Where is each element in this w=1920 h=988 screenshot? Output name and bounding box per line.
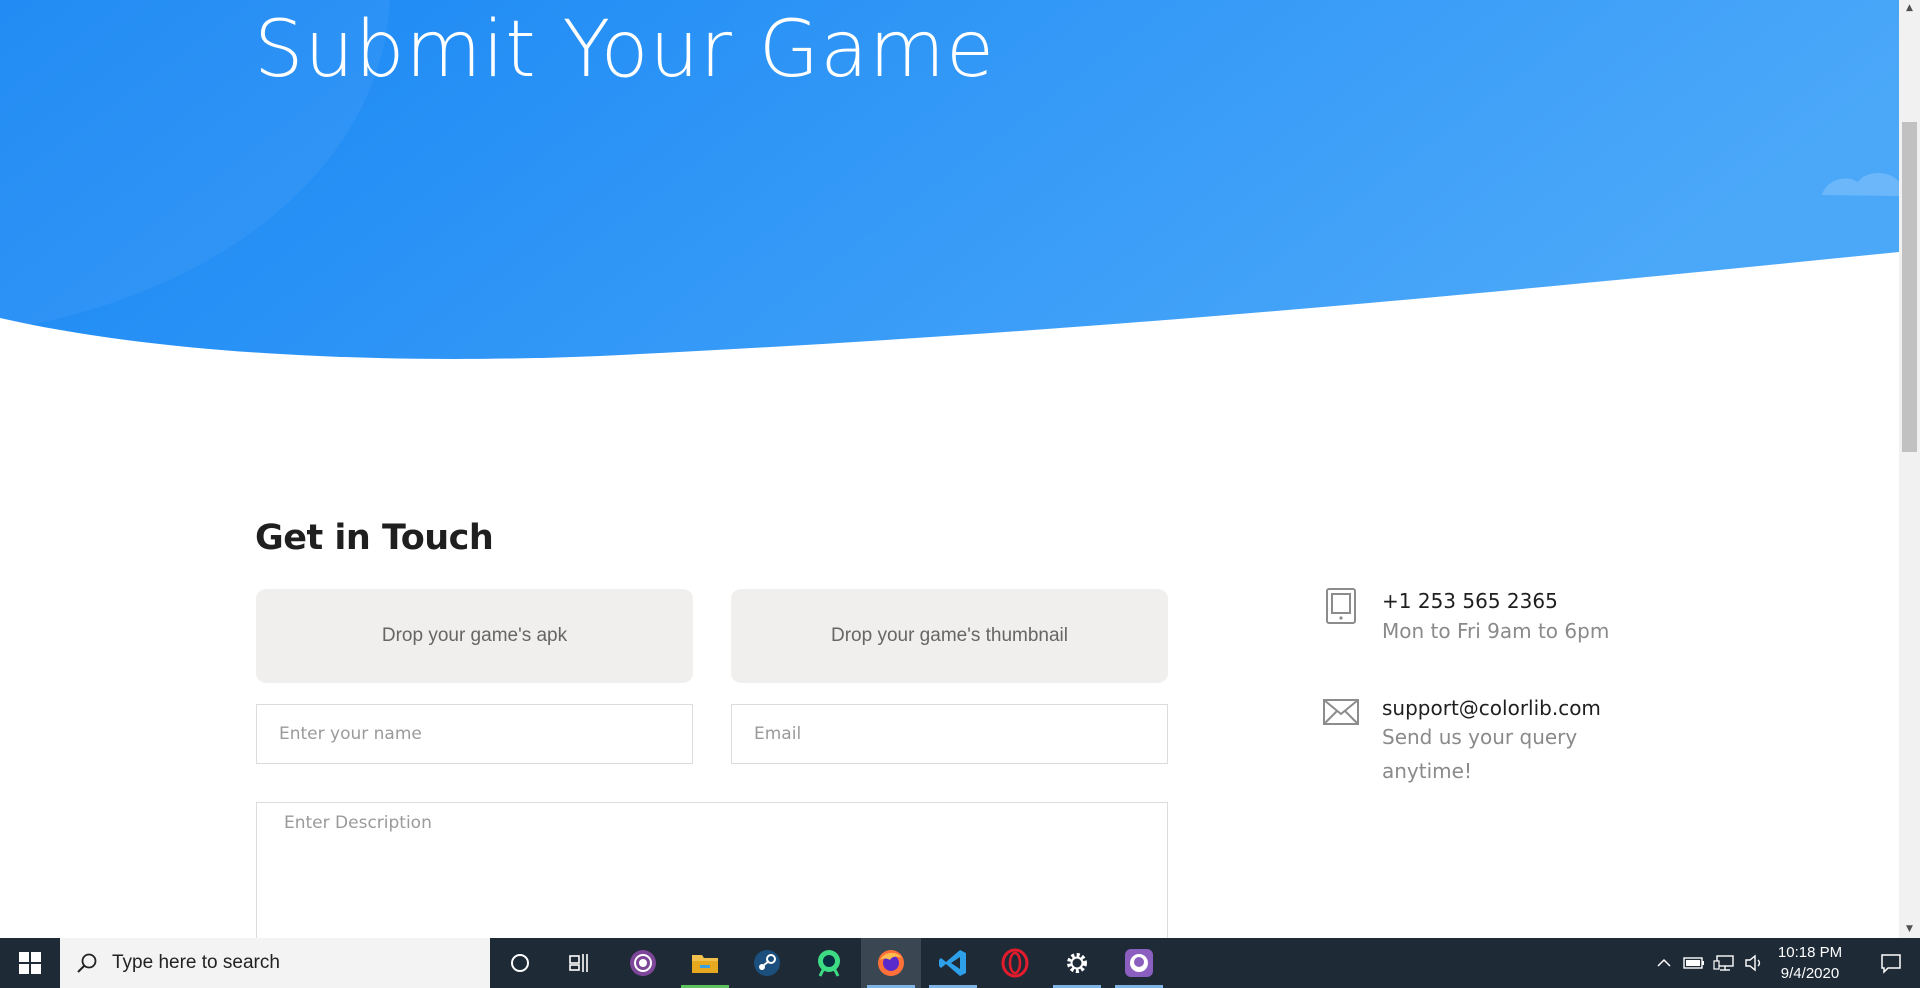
start-button[interactable]: [0, 938, 60, 988]
cortana-button[interactable]: [490, 938, 550, 988]
windows-logo-icon: [19, 952, 41, 974]
file-explorer-button[interactable]: [675, 938, 735, 988]
tablet-icon: [1326, 588, 1356, 624]
contact-email-note: Send us your query anytime!: [1382, 725, 1578, 783]
android-studio-icon: [818, 950, 840, 977]
volume-icon: [1745, 954, 1761, 972]
page-scrollbar[interactable]: ▲ ▼: [1899, 0, 1920, 938]
tor-browser-button[interactable]: [613, 938, 673, 988]
contact-phone-hours: Mon to Fri 9am to 6pm: [1382, 619, 1610, 643]
github-desktop-icon: [1125, 949, 1153, 977]
steam-icon: [754, 950, 780, 976]
search-icon: [77, 953, 97, 973]
scroll-down-arrow-icon[interactable]: ▼: [1899, 921, 1920, 938]
network-tray-button[interactable]: [1710, 938, 1738, 988]
android-studio-button[interactable]: [799, 938, 859, 988]
firefox-icon: [878, 950, 904, 976]
battery-tray-button[interactable]: [1680, 938, 1708, 988]
thumbnail-drop-label: Drop your game's thumbnail: [830, 625, 1069, 646]
taskbar-clock[interactable]: 10:18 PM 9/4/2020: [1765, 942, 1855, 984]
opera-button[interactable]: [985, 938, 1045, 988]
volume-tray-button[interactable]: [1740, 938, 1768, 988]
vscode-button[interactable]: [923, 938, 983, 988]
section-title: Get in Touch: [255, 518, 494, 558]
firefox-button[interactable]: [861, 938, 921, 988]
apk-drop-zone[interactable]: Drop your game's apk: [256, 589, 693, 683]
file-explorer-icon: [692, 955, 718, 973]
description-textarea[interactable]: [256, 802, 1168, 938]
github-desktop-button[interactable]: [1109, 938, 1169, 988]
envelope-icon: [1323, 699, 1359, 725]
tor-browser-icon: [630, 950, 656, 976]
taskbar-search-box[interactable]: Type here to search: [60, 938, 490, 988]
contact-phone: +1 253 565 2365: [1382, 589, 1558, 613]
action-center-button[interactable]: [1866, 938, 1916, 988]
task-view-icon: [569, 954, 588, 972]
network-icon: [1713, 955, 1734, 971]
steam-button[interactable]: [737, 938, 797, 988]
task-view-button[interactable]: [550, 938, 610, 988]
name-input[interactable]: [256, 704, 693, 764]
email-input[interactable]: [731, 704, 1168, 764]
settings-button[interactable]: [1047, 938, 1107, 988]
contact-email[interactable]: support@colorlib.com: [1382, 696, 1601, 720]
web-page: Submit Your Game Get in Touch Drop your …: [0, 0, 1899, 938]
vscode-icon: [939, 950, 966, 976]
notification-icon: [1881, 954, 1901, 974]
scroll-up-arrow-icon[interactable]: ▲: [1899, 0, 1920, 17]
windows-taskbar: Type here to search 10:18 PM 9/4/2020: [0, 938, 1920, 988]
settings-gear-icon: [1067, 953, 1087, 973]
clock-date: 9/4/2020: [1780, 965, 1840, 982]
clock-time: 10:18 PM: [1777, 944, 1843, 961]
cortana-icon: [511, 954, 529, 972]
apk-drop-label: Drop your game's apk: [381, 625, 568, 646]
search-placeholder: Type here to search: [112, 952, 280, 973]
chevron-up-icon: [1657, 958, 1671, 967]
page-title: Submit Your Game: [254, 5, 996, 95]
thumbnail-drop-zone[interactable]: Drop your game's thumbnail: [731, 589, 1168, 683]
scrollbar-thumb[interactable]: [1902, 122, 1917, 452]
show-hidden-icons-button[interactable]: [1652, 938, 1676, 988]
opera-icon: [1001, 948, 1029, 978]
hero-banner: Submit Your Game: [0, 0, 1899, 370]
battery-icon: [1683, 957, 1704, 969]
